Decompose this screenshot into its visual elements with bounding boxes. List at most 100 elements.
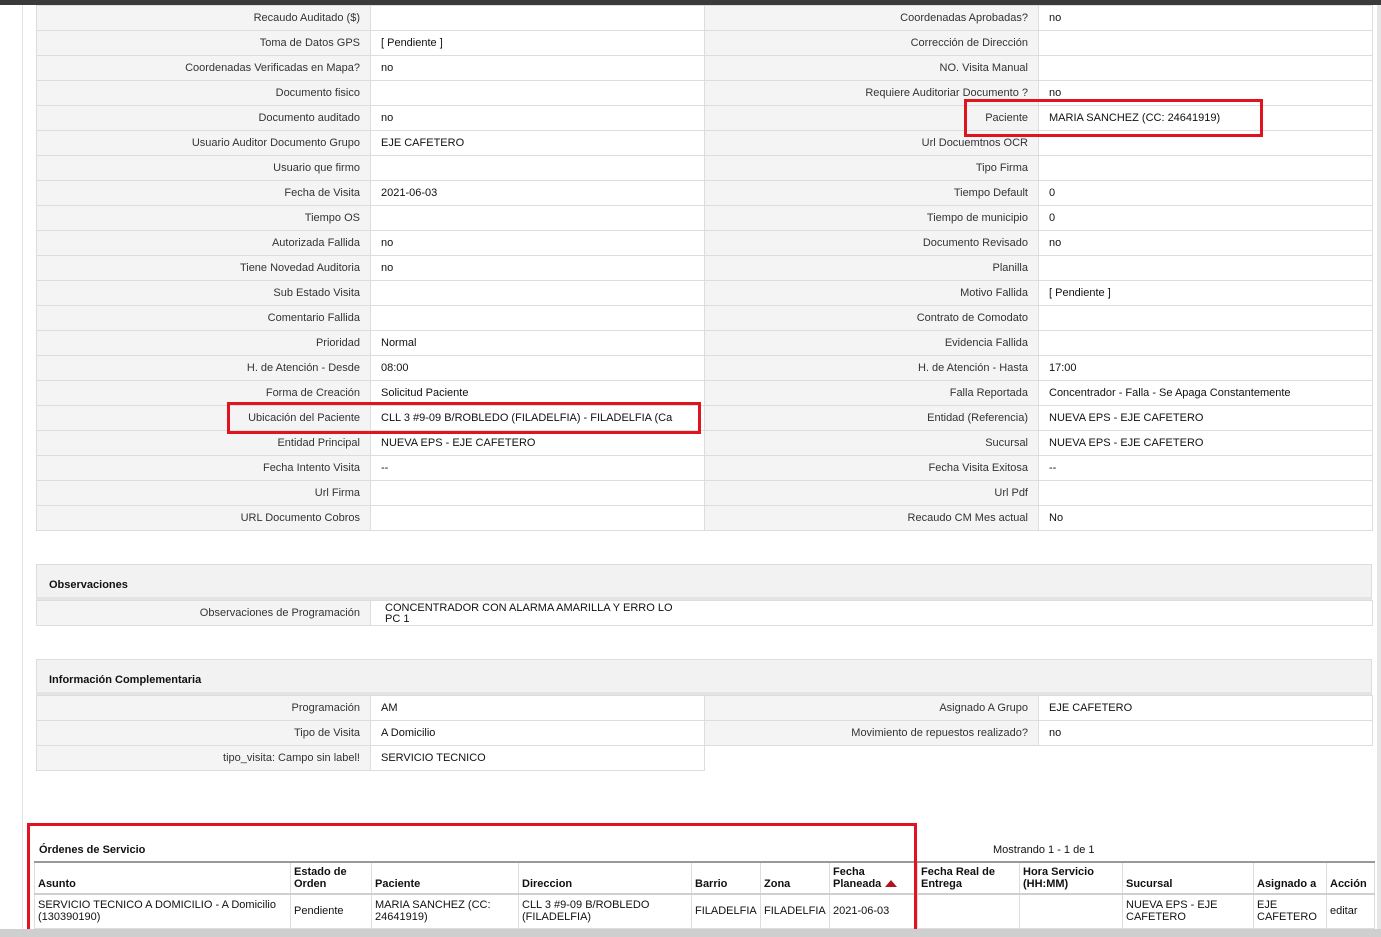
field-label: Contrato de Comodato [704, 305, 1039, 331]
col-accion: Acción [1326, 861, 1375, 895]
detail-row: Fecha de Visita 2021-06-03 Tiempo Default 0 [36, 180, 1373, 206]
field-value [370, 155, 705, 181]
field-label: URL Documento Cobros [36, 505, 371, 531]
field-label: Motivo Fallida [704, 280, 1039, 306]
detail-row: Url Firma Url Pdf [36, 480, 1373, 506]
cell-estado: Pendiente [290, 893, 372, 929]
detail-row: Recaudo Auditado ($) Coordenadas Aprobada… [36, 5, 1373, 31]
detail-row: Entidad Principal NUEVA EPS - EJE CAFETER… [36, 430, 1373, 456]
table-row[interactable]: SERVICIO TECNICO A DOMICILIO - A Domicil… [34, 893, 1375, 929]
field-label: Url Docuemtnos OCR [704, 130, 1039, 156]
field-value [370, 5, 705, 31]
horizontal-scrollbar[interactable] [0, 929, 1381, 937]
cell-asunto: SERVICIO TECNICO A DOMICILIO - A Domicil… [34, 893, 291, 929]
field-label: Falla Reportada [704, 380, 1039, 406]
detail-row: Usuario Auditor Documento Grupo EJE CAFET… [36, 130, 1373, 156]
field-label: Fecha de Visita [36, 180, 371, 206]
observaciones-row: Observaciones de Programación CONCENTRAD… [36, 600, 1373, 626]
field-value: no [370, 55, 705, 81]
field-value: -- [1038, 455, 1373, 481]
complementaria-header: Información Complementaria [36, 659, 1372, 695]
left-divider [22, 5, 23, 930]
field-label: Documento auditado [36, 105, 371, 131]
field-label: Forma de Creación [36, 380, 371, 406]
field-label: Documento fisico [36, 80, 371, 106]
field-value: [ Pendiente ] [370, 30, 705, 56]
field-value: 0 [1038, 205, 1373, 231]
detail-row: URL Documento Cobros Recaudo CM Mes actua… [36, 505, 1373, 531]
field-label: Tipo Firma [704, 155, 1039, 181]
complementaria-title: Información Complementaria [49, 674, 202, 686]
field-value: no [370, 255, 705, 281]
cell-asignado: EJE CAFETERO [1253, 893, 1327, 929]
observaciones-value: CONCENTRADOR CON ALARMA AMARILLA Y ERRO … [370, 600, 1373, 626]
field-value [1038, 155, 1373, 181]
col-barrio[interactable]: Barrio [691, 861, 761, 895]
detail-row: Comentario Fallida Contrato de Comodato [36, 305, 1373, 331]
orders-pagination-count: Mostrando 1 - 1 de 1 [993, 844, 1095, 856]
detail-row: Tipo de Visita A Domicilio Movimiento de r… [36, 720, 1373, 746]
col-hora-servicio[interactable]: Hora Servicio (HH:MM) [1019, 861, 1123, 895]
field-value: CLL 3 #9-09 B/ROBLEDO (FILADELFIA) - FIL… [370, 405, 705, 431]
col-paciente[interactable]: Paciente [371, 861, 519, 895]
field-value: no [370, 105, 705, 131]
field-value: NUEVA EPS - EJE CAFETERO [1038, 430, 1373, 456]
field-value [370, 480, 705, 506]
field-value: no [1038, 80, 1373, 106]
field-value [1038, 30, 1373, 56]
field-label: Entidad (Referencia) [704, 405, 1039, 431]
field-label: Url Firma [36, 480, 371, 506]
field-label: Prioridad [36, 330, 371, 356]
field-label: Planilla [704, 255, 1039, 281]
detail-row: H. de Atención - Desde 08:00 H. de Atenció… [36, 355, 1373, 381]
col-direccion[interactable]: Direccion [518, 861, 692, 895]
orders-table: Asunto Estado de Orden Paciente Direccio… [34, 861, 1375, 929]
detail-row: Programación AM Asignado A Grupo EJE CAFETE… [36, 695, 1373, 721]
col-fecha-real[interactable]: Fecha Real de Entrega [917, 861, 1020, 895]
field-label: Tiene Novedad Auditoria [36, 255, 371, 281]
field-label: Corrección de Dirección [704, 30, 1039, 56]
field-value: EJE CAFETERO [1038, 695, 1373, 721]
field-value: Solicitud Paciente [370, 380, 705, 406]
details-table: Recaudo Auditado ($) Coordenadas Aprobada… [36, 5, 1373, 531]
complementaria-table: Programación AM Asignado A Grupo EJE CAFETE… [36, 695, 1373, 771]
field-label: Programación [36, 695, 371, 721]
field-label: Recaudo CM Mes actual [704, 505, 1039, 531]
col-sucursal[interactable]: Sucursal [1122, 861, 1254, 895]
detail-row: Forma de Creación Solicitud Paciente Falla… [36, 380, 1373, 406]
field-label: Autorizada Fallida [36, 230, 371, 256]
observaciones-title: Observaciones [49, 579, 128, 591]
field-label: Movimiento de repuestos realizado? [704, 720, 1039, 746]
detail-row: Tiempo OS Tiempo de municipio 0 [36, 205, 1373, 231]
col-asignado[interactable]: Asignado a [1253, 861, 1327, 895]
field-label: H. de Atención - Hasta [704, 355, 1039, 381]
field-value: [ Pendiente ] [1038, 280, 1373, 306]
detail-row: Tiene Novedad Auditoria no Planilla [36, 255, 1373, 281]
field-value: no [1038, 230, 1373, 256]
field-label: Ubicación del Paciente [36, 405, 371, 431]
sort-ascending-icon [885, 880, 898, 887]
field-value: no [370, 230, 705, 256]
col-fecha-planeada[interactable]: Fecha Planeada [829, 861, 918, 895]
field-label: Sub Estado Visita [36, 280, 371, 306]
field-value: MARIA SANCHEZ (CC: 24641919) [1038, 105, 1373, 131]
cell-paciente: MARIA SANCHEZ (CC: 24641919) [371, 893, 519, 929]
field-value: NUEVA EPS - EJE CAFETERO [1038, 405, 1373, 431]
field-value: Normal [370, 330, 705, 356]
field-value: 08:00 [370, 355, 705, 381]
field-label: Coordenadas Verificadas en Mapa? [36, 55, 371, 81]
col-zona[interactable]: Zona [760, 861, 830, 895]
scrollbar[interactable] [1377, 5, 1381, 937]
field-value: no [1038, 720, 1373, 746]
field-value: no [1038, 5, 1373, 31]
col-estado[interactable]: Estado de Orden [290, 861, 372, 895]
orders-title: Órdenes de Servicio [39, 844, 146, 856]
field-label: Evidencia Fallida [704, 330, 1039, 356]
orders-header-row: Asunto Estado de Orden Paciente Direccio… [34, 861, 1375, 895]
field-label: Tiempo Default [704, 180, 1039, 206]
col-asunto[interactable]: Asunto [34, 861, 291, 895]
field-value: SERVICIO TECNICO [370, 745, 705, 771]
edit-link[interactable]: editar [1326, 893, 1375, 929]
field-value [1038, 330, 1373, 356]
observaciones-label: Observaciones de Programación [36, 600, 371, 626]
